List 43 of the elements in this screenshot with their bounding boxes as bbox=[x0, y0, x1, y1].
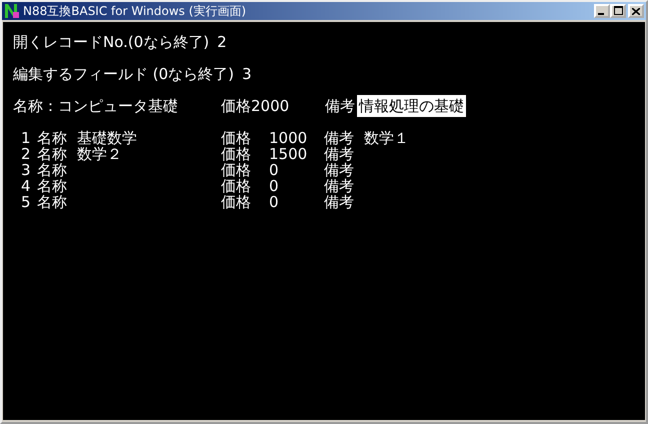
note-label: 備考 bbox=[324, 178, 355, 194]
maximize-button[interactable] bbox=[610, 4, 626, 18]
record-number: 5 bbox=[20, 194, 32, 210]
record-number: 3 bbox=[20, 162, 32, 178]
name-value: 数学２ bbox=[77, 145, 122, 163]
note-label: 備考 bbox=[324, 146, 355, 162]
close-icon bbox=[632, 8, 640, 15]
app-icon bbox=[4, 3, 20, 19]
name-label: 名称 bbox=[37, 146, 68, 162]
record-number: 4 bbox=[20, 178, 32, 194]
note-label: 備考 bbox=[325, 98, 355, 114]
close-button[interactable] bbox=[628, 4, 644, 18]
price-value: 0 bbox=[269, 162, 280, 178]
input-value: 3 bbox=[242, 66, 252, 82]
price-value: 1500 bbox=[269, 146, 308, 162]
price-text: 価格2000 bbox=[221, 98, 290, 114]
price-label: 価格 bbox=[221, 130, 252, 146]
prompt-text: 開くレコードNo.(0なら終了) bbox=[13, 34, 210, 50]
input-field[interactable]: 情報処理の基礎 bbox=[357, 95, 466, 117]
name-label: 名称 bbox=[37, 162, 68, 178]
price-value: 1000 bbox=[269, 130, 308, 146]
note-label: 備考 bbox=[324, 130, 355, 146]
price-label: 価格 bbox=[221, 194, 252, 210]
price-value: 0 bbox=[269, 178, 280, 194]
maximize-icon bbox=[614, 6, 622, 15]
note-label: 備考 bbox=[324, 194, 355, 210]
price-value: 0 bbox=[269, 194, 280, 210]
price-label: 価格 bbox=[221, 162, 252, 178]
name-text: 名称：コンピュータ基礎 bbox=[13, 98, 179, 114]
name-value: 基礎数学 bbox=[77, 129, 137, 147]
name-label: 名称 bbox=[37, 130, 68, 146]
price-label: 価格 bbox=[221, 178, 252, 194]
minimize-button[interactable] bbox=[594, 4, 610, 18]
price-label: 価格 bbox=[221, 146, 252, 162]
record-number: 1 bbox=[20, 130, 32, 146]
name-label: 名称 bbox=[37, 194, 68, 210]
note-label: 備考 bbox=[324, 162, 355, 178]
input-value: 2 bbox=[217, 34, 227, 50]
note-value: 数学１ bbox=[364, 129, 409, 147]
window-title: N88互換BASIC for Windows (実行画面) bbox=[23, 2, 248, 20]
name-label: 名称 bbox=[37, 178, 68, 194]
prompt-text: 編集するフィールド (0なら終了) bbox=[13, 66, 234, 82]
record-number: 2 bbox=[20, 146, 32, 162]
